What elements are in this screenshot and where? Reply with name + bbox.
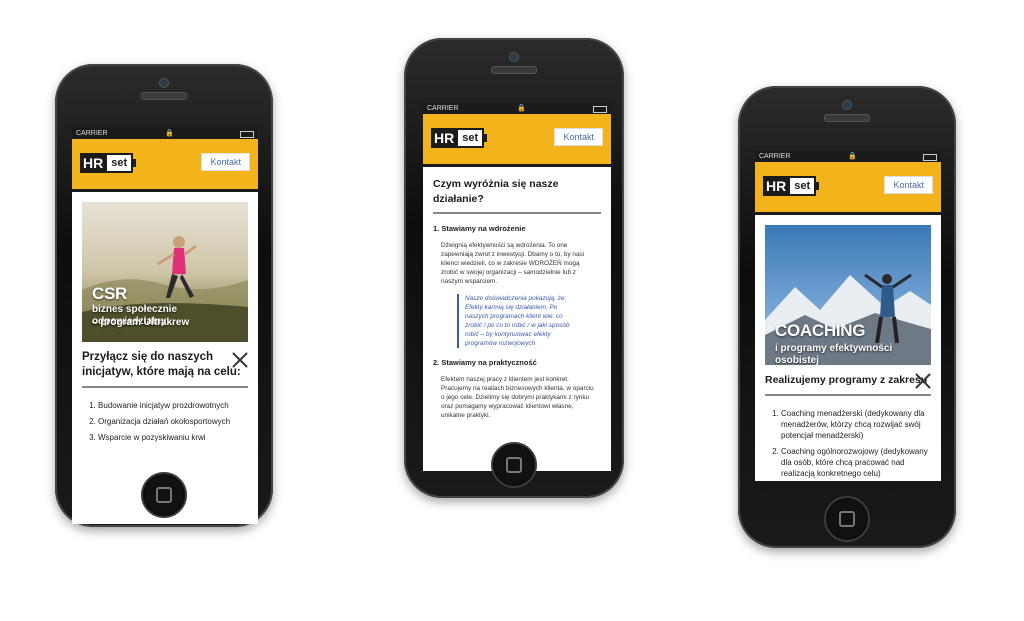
phone-mockup-left: CARRIER 🔒 HR set Kontakt CSR biznes społ… xyxy=(55,64,273,527)
list-item: Coaching ogólnorozwojowy (dedykowany dla… xyxy=(781,446,931,479)
lock-icon: 🔒 xyxy=(848,153,857,160)
screen-csr: CARRIER 🔒 HR set Kontakt CSR biznes społ… xyxy=(72,128,258,524)
screen-approach: CARRIER 🔒 HR set Kontakt Czym wyróżnia s… xyxy=(423,103,611,471)
carrier-label: CARRIER xyxy=(427,105,459,112)
earpiece-speaker xyxy=(491,66,537,74)
contact-button[interactable]: Kontakt xyxy=(554,128,603,146)
close-icon[interactable] xyxy=(232,352,248,368)
logo-set: set xyxy=(788,176,817,196)
list-item: Coaching menadżerski (dedykowany dla men… xyxy=(781,408,931,441)
battery-nub-icon xyxy=(816,182,820,190)
front-camera-icon xyxy=(842,100,852,110)
section-block: Realizujemy programy z zakresu xyxy=(765,373,931,396)
phone-mockup-right: CARRIER 🔒 HR set Kontakt COACHING i prog… xyxy=(738,86,956,548)
goals-list: Budowanie inicjatyw prozdrowotnych Organ… xyxy=(82,400,248,443)
logo-hr: HR xyxy=(431,128,458,148)
section-title-1: Przyłącz się do naszych xyxy=(82,351,214,363)
earpiece-speaker xyxy=(141,92,187,100)
logo-set: set xyxy=(105,153,134,173)
hero-title: COACHING xyxy=(775,321,866,340)
lock-icon: 🔒 xyxy=(165,130,174,137)
battery-nub-icon xyxy=(484,134,488,142)
content: Czym wyróżnia się nasze działanie? 1. St… xyxy=(433,177,601,420)
subsection-title-2: 2. Stawiamy na praktyczność xyxy=(433,358,537,367)
logo-hr: HR xyxy=(80,153,107,173)
logo-set: set xyxy=(456,128,485,148)
subsection-text-2: Efektem naszej pracy z klientem jest kon… xyxy=(441,376,594,419)
screen-coaching: CARRIER 🔒 HR set Kontakt COACHING i prog… xyxy=(755,151,941,481)
list-item: Wsparcie w pozyskiwaniu krwi xyxy=(98,432,248,443)
subsection-text-1: Dźwignią efektywności są wdrożenia. To o… xyxy=(441,242,585,285)
quote-block: Nasze doświadczenia pokazują, że: Efekty… xyxy=(457,294,581,348)
divider xyxy=(765,394,931,396)
battery-nub-icon xyxy=(133,159,137,167)
section-title-2: inicjatyw, które mają na celu: xyxy=(82,366,241,378)
earpiece-speaker xyxy=(824,114,870,122)
carrier-label: CARRIER xyxy=(759,153,791,160)
divider xyxy=(433,212,601,214)
home-button[interactable] xyxy=(141,472,187,518)
front-camera-icon xyxy=(159,78,169,88)
home-button[interactable] xyxy=(491,442,537,488)
hero-subtitle: i programy efektywności osobistej xyxy=(775,343,893,365)
lock-icon: 🔒 xyxy=(517,105,526,112)
contact-button[interactable]: Kontakt xyxy=(884,176,933,194)
site-header: HR set Kontakt xyxy=(72,139,258,192)
status-bar: CARRIER 🔒 xyxy=(755,151,941,162)
hero-csr[interactable]: CSR biznes społecznie odpowiedzialny – p… xyxy=(82,202,248,342)
hrset-logo[interactable]: HR set xyxy=(80,153,137,173)
hrset-logo[interactable]: HR set xyxy=(763,176,820,196)
front-camera-icon xyxy=(509,52,519,62)
home-button[interactable] xyxy=(824,496,870,542)
subsection-title-1: 1. Stawiamy na wdrożenie xyxy=(433,224,526,233)
close-icon[interactable] xyxy=(915,373,931,389)
programs-list: Coaching menadżerski (dedykowany dla men… xyxy=(765,408,931,479)
phone-mockup-center: CARRIER 🔒 HR set Kontakt Czym wyróżnia s… xyxy=(404,38,624,498)
page-heading: Czym wyróżnia się nasze działanie? xyxy=(433,178,559,205)
section-title: Realizujemy programy z zakresu xyxy=(765,374,928,386)
carrier-label: CARRIER xyxy=(76,130,108,137)
hrset-logo[interactable]: HR set xyxy=(431,128,488,148)
hero-coaching[interactable]: COACHING i programy efektywności osobist… xyxy=(765,225,931,365)
section-block: Przyłącz się do naszych inicjatyw, które… xyxy=(82,350,248,388)
hero-subtitle-2: – program Ultrakrew xyxy=(92,317,190,328)
site-header: HR set Kontakt xyxy=(423,114,611,167)
battery-icon xyxy=(923,154,937,161)
list-item: Budowanie inicjatyw prozdrowotnych xyxy=(98,400,248,411)
site-header: HR set Kontakt xyxy=(755,162,941,215)
contact-button[interactable]: Kontakt xyxy=(201,153,250,171)
divider xyxy=(82,386,248,388)
status-bar: CARRIER 🔒 xyxy=(72,128,258,139)
hero-title: CSR xyxy=(92,284,127,303)
status-bar: CARRIER 🔒 xyxy=(423,103,611,114)
battery-icon xyxy=(593,106,607,113)
battery-icon xyxy=(240,131,254,138)
list-item: Organizacja działań okołosportowych xyxy=(98,416,248,427)
logo-hr: HR xyxy=(763,176,790,196)
